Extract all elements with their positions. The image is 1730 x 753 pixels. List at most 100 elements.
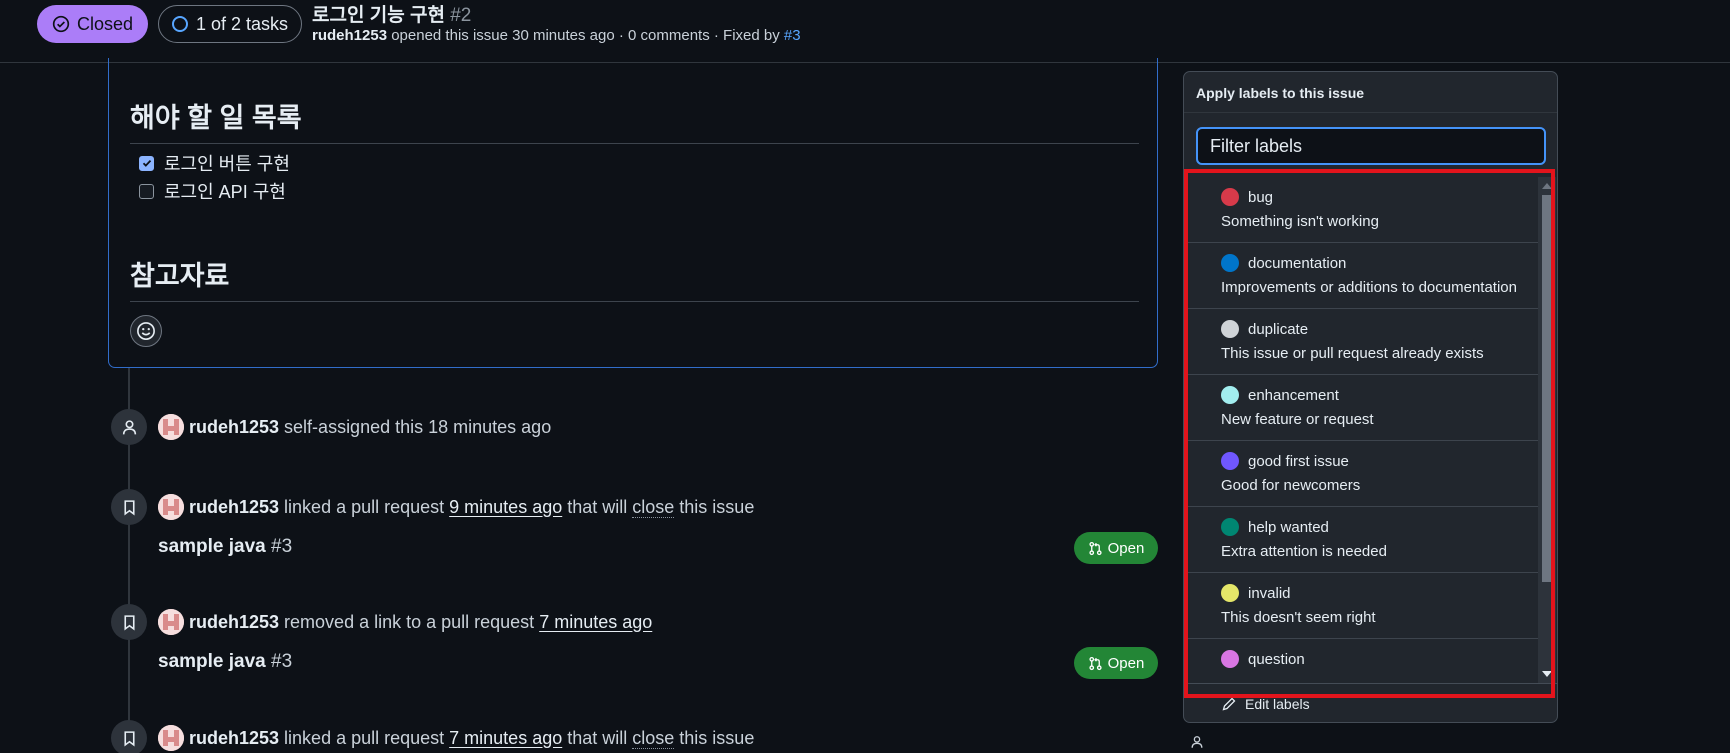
label-name: duplicate [1248,320,1309,338]
issue-state-badge: Closed [37,5,148,43]
label-description: Something isn't working [1221,213,1379,230]
tasks-progress-label: 1 of 2 tasks [195,13,289,34]
avatar[interactable] [158,494,184,520]
popover-title: Apply labels to this issue [1184,72,1557,113]
label-list-scrollbar[interactable] [1538,177,1556,683]
label-name: question [1248,650,1305,668]
issue-author-link[interactable]: rudeh1253 [312,27,387,44]
scroll-down-arrow-icon[interactable] [1542,671,1552,677]
timeline-bookmark-badge [111,604,147,640]
event-time-link[interactable]: 7 minutes ago [539,612,652,632]
references-heading: 참고자료 [130,254,1139,302]
pull-request-icon [1089,656,1102,670]
edit-labels-label: Edit labels [1245,696,1310,712]
label-name: good first issue [1248,452,1349,470]
label-option-help-wanted[interactable]: help wanted Extra attention is needed [1184,507,1538,573]
fixed-by-link[interactable]: #3 [784,27,801,44]
pull-request-icon [1089,541,1102,555]
check-circle-icon [52,15,70,33]
timeline-event: rudeh1253 linked a pull request 7 minute… [158,725,754,751]
avatar-image-icon [158,494,184,520]
event-user-link[interactable]: rudeh1253 [189,417,279,438]
issue-comment-body: 해야 할 일 목록 로그인 버튼 구현 로그인 API 구현 참고자료 [108,58,1158,368]
timeline-event: rudeh1253 removed a link to a pull reque… [158,609,652,635]
sticky-header: Closed 1 of 2 tasks 로그인 기능 구현 #2 rudeh12… [0,0,1730,63]
avatar[interactable] [158,609,184,635]
timeline-bookmark-badge [111,489,147,525]
task-list-item: 로그인 API 구현 [139,178,286,204]
progress-ring-icon [171,16,188,32]
label-description: Extra attention is needed [1221,543,1387,560]
timeline-event: rudeh1253 linked a pull request 9 minute… [158,494,754,520]
timeline-bookmark-badge [111,720,147,753]
label-name: enhancement [1248,386,1339,404]
event-time-link[interactable]: 9 minutes ago [449,497,562,517]
event-time-link[interactable]: 7 minutes ago [449,728,562,748]
edit-labels-link[interactable]: Edit labels [1184,683,1557,722]
avatar-image-icon [158,609,184,635]
add-reaction-button[interactable] [130,315,162,347]
linked-pr-title[interactable]: sample java #3 [158,536,292,558]
task-checkbox[interactable] [139,183,154,199]
pr-open-badge: Open [1074,532,1158,564]
person-icon [122,419,136,434]
label-option-duplicate[interactable]: duplicate This issue or pull request alr… [1184,309,1538,375]
label-option-invalid[interactable]: invalid This doesn't seem right [1184,573,1538,639]
avatar[interactable] [158,725,184,751]
issue-meta: rudeh1253 opened this issue 30 minutes a… [312,27,801,44]
smiley-icon [137,322,155,340]
timeline-person-badge [111,409,147,445]
pencil-icon [1222,697,1236,711]
event-user-link[interactable]: rudeh1253 [189,612,279,633]
label-color-dot [1221,518,1239,536]
label-color-dot [1221,650,1239,668]
todo-heading: 해야 할 일 목록 [130,96,1139,144]
timeline-event: rudeh1253 self-assigned this 18 minutes … [158,414,551,440]
issue-number: #2 [450,5,472,26]
labels-popover: Apply labels to this issue bug Something… [1183,71,1558,723]
label-color-dot [1221,452,1239,470]
label-name: invalid [1248,584,1291,602]
check-icon [142,159,151,167]
issue-state-label: Closed [76,13,134,34]
label-name: help wanted [1248,518,1329,536]
label-description: New feature or request [1221,411,1374,428]
tasks-progress-button[interactable]: 1 of 2 tasks [158,5,302,43]
pr-open-badge: Open [1074,647,1158,679]
label-description: Good for newcomers [1221,477,1361,494]
bookmark-icon [123,730,135,746]
bookmark-icon [123,614,135,630]
label-option-bug[interactable]: bug Something isn't working [1184,177,1538,243]
task-checkbox-checked[interactable] [139,155,154,171]
label-description: This issue or pull request already exist… [1221,345,1484,362]
label-name: bug [1248,188,1274,206]
label-color-dot [1221,254,1239,272]
sidebar-partial-row [1190,735,1204,749]
label-color-dot [1221,320,1239,338]
event-text: linked a pull request 7 minutes ago that… [284,727,755,749]
label-option-documentation[interactable]: documentation Improvements or additions … [1184,243,1538,309]
close-keyword: close [632,496,675,518]
scroll-up-arrow-icon[interactable] [1542,183,1552,189]
filter-labels-input[interactable] [1196,127,1546,165]
issue-title: 로그인 기능 구현 #2 [312,0,471,27]
task-label: 로그인 버튼 구현 [164,154,290,174]
issue-title-text: 로그인 기능 구현 [312,5,445,26]
person-icon [1191,736,1203,748]
linked-pr-title[interactable]: sample java #3 [158,651,292,673]
bookmark-icon [123,499,135,515]
label-description: This doesn't seem right [1221,609,1376,626]
issue-meta-text: opened this issue 30 minutes ago · 0 com… [387,27,784,44]
label-color-dot [1221,386,1239,404]
event-user-link[interactable]: rudeh1253 [189,728,279,749]
label-color-dot [1221,584,1239,602]
label-name: documentation [1248,254,1347,272]
label-option-question[interactable]: question [1184,639,1538,683]
label-option-good-first-issue[interactable]: good first issue Good for newcomers [1184,441,1538,507]
avatar[interactable] [158,414,184,440]
scroll-thumb[interactable] [1542,195,1552,582]
task-list-item: 로그인 버튼 구현 [139,150,290,176]
event-user-link[interactable]: rudeh1253 [189,497,279,518]
label-option-enhancement[interactable]: enhancement New feature or request [1184,375,1538,441]
event-text: removed a link to a pull request 7 minut… [284,611,653,632]
